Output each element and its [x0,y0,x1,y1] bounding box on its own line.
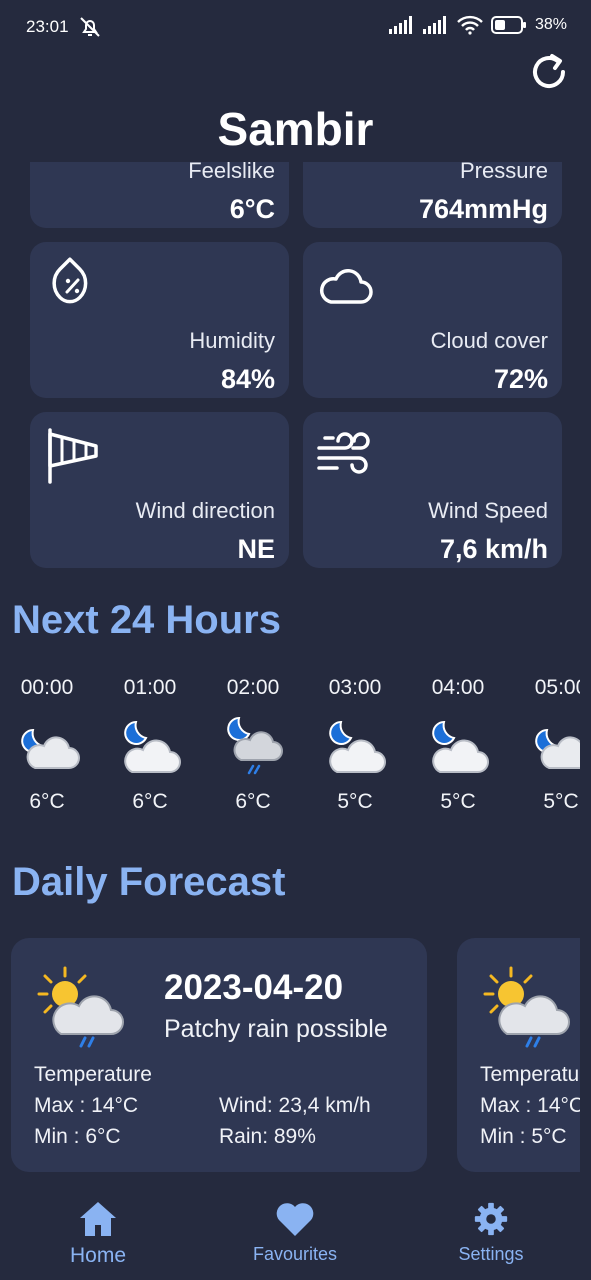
hourly-item[interactable]: 02:00 6°C [208,676,298,814]
partly-cloudy-night-icon [535,728,580,769]
hour-temp: 5°C [440,790,476,813]
bottom-navigation: Home Favourites Settings [0,1190,591,1280]
daily-temperature-label: Temperature [480,1063,580,1086]
detail-value: 84% [220,364,275,394]
nav-favourites-label: Favourites [252,1244,338,1264]
nav-settings[interactable]: Settings [416,1200,566,1265]
hourly-forecast-list[interactable]: 00:00 6°C 01:00 6°C 02:00 6°C 03:00 5°C … [0,676,580,816]
hour-temp: 6°C [235,790,271,813]
hour-time: 00:00 [20,676,74,699]
detail-value: 6°C [229,194,275,224]
daily-condition: Patchy rain possible [164,1015,388,1043]
detail-label: Wind direction [135,498,275,523]
hour-temp: 5°C [543,790,579,813]
status-icons: 38% [388,15,567,35]
hourly-item[interactable]: 05:00 5°C [516,676,580,814]
hour-time: 03:00 [328,676,382,699]
detail-value: 7,6 km/h [439,534,548,564]
nav-home[interactable]: Home [23,1200,173,1268]
detail-card-feelslike: Feelslike 6°C [30,162,289,228]
hourly-item[interactable]: 01:00 6°C [105,676,195,814]
detail-value: NE [237,534,275,564]
daily-max-temp: Max : 14°C [34,1094,139,1117]
wind-icon [317,432,370,474]
hourly-item[interactable]: 00:00 6°C [2,676,92,814]
refresh-icon[interactable] [527,50,571,94]
city-title: Sambir [217,103,374,155]
status-time: 23:01 [26,17,69,36]
gear-icon [474,1202,508,1236]
status-bar: 23:01 38% [0,0,591,56]
detail-value: 764mmHg [418,194,548,224]
nav-favourites[interactable]: Favourites [220,1200,370,1265]
daily-card[interactable]: 2023-04-20 Patchy rain possible Temperat… [11,938,427,1172]
home-icon [80,1202,116,1236]
cloud-icon [320,269,373,304]
detail-card-wind-speed: Wind Speed 7,6 km/h [303,412,562,568]
hourly-item[interactable]: 03:00 5°C [310,676,400,814]
nav-settings-label: Settings [458,1244,524,1264]
hourly-item[interactable]: 04:00 5°C [413,676,503,814]
hour-time: 01:00 [123,676,177,699]
detail-label: Cloud cover [430,328,548,353]
humidity-drop-icon [52,257,88,304]
wifi-icon [457,15,483,35]
detail-label: Feelslike [188,162,275,183]
hour-temp: 5°C [337,790,373,813]
daily-card[interactable]: Temperature Max : 14°C Min : 5°C [457,938,580,1172]
partly-cloudy-night-icon [329,720,386,773]
signal-icon [388,16,412,34]
daily-min-temp: Min : 5°C [480,1125,567,1148]
hour-time: 05:00 [534,676,580,699]
detail-label: Wind Speed [428,498,548,523]
daily-min-temp: Min : 6°C [34,1125,121,1148]
daily-section-title: Daily Forecast [12,860,286,904]
detail-label: Humidity [189,328,275,353]
partly-cloudy-night-icon [432,720,489,773]
daily-wind: Wind: 23,4 km/h [219,1094,371,1117]
weather-details-grid: Feelslike 6°C Pressure 764mmHg Humidity … [0,162,591,582]
hourly-section-title: Next 24 Hours [12,598,281,642]
daily-date: 2023-04-20 [164,968,344,1007]
daily-forecast-list[interactable]: 2023-04-20 Patchy rain possible Temperat… [0,938,580,1174]
notifications-off-icon [80,17,100,37]
sun-cloud-rain-icon [37,966,124,1048]
hour-temp: 6°C [29,790,65,813]
partly-cloudy-night-icon [21,728,80,769]
battery-percent: 38% [534,16,567,33]
detail-card-pressure: Pressure 764mmHg [303,162,562,228]
daily-rain: Rain: 89% [219,1125,316,1148]
nav-home-label: Home [69,1244,127,1267]
daily-temperature-label: Temperature [34,1063,152,1086]
detail-card-humidity: Humidity 84% [30,242,289,398]
night-rain-icon [227,716,283,775]
detail-card-wind-direction: Wind direction NE [30,412,289,568]
sun-cloud-rain-icon [483,966,570,1048]
detail-label: Pressure [459,162,548,183]
battery-icon [490,16,526,34]
daily-max-temp: Max : 14°C [480,1094,580,1117]
signal-icon [422,16,446,34]
windsock-icon [48,428,98,484]
hour-time: 02:00 [226,676,280,699]
detail-value: 72% [493,364,548,394]
partly-cloudy-night-icon [124,720,181,773]
detail-card-cloud-cover: Cloud cover 72% [303,242,562,398]
heart-icon [276,1203,314,1236]
hour-time: 04:00 [431,676,485,699]
hour-temp: 6°C [132,790,168,813]
